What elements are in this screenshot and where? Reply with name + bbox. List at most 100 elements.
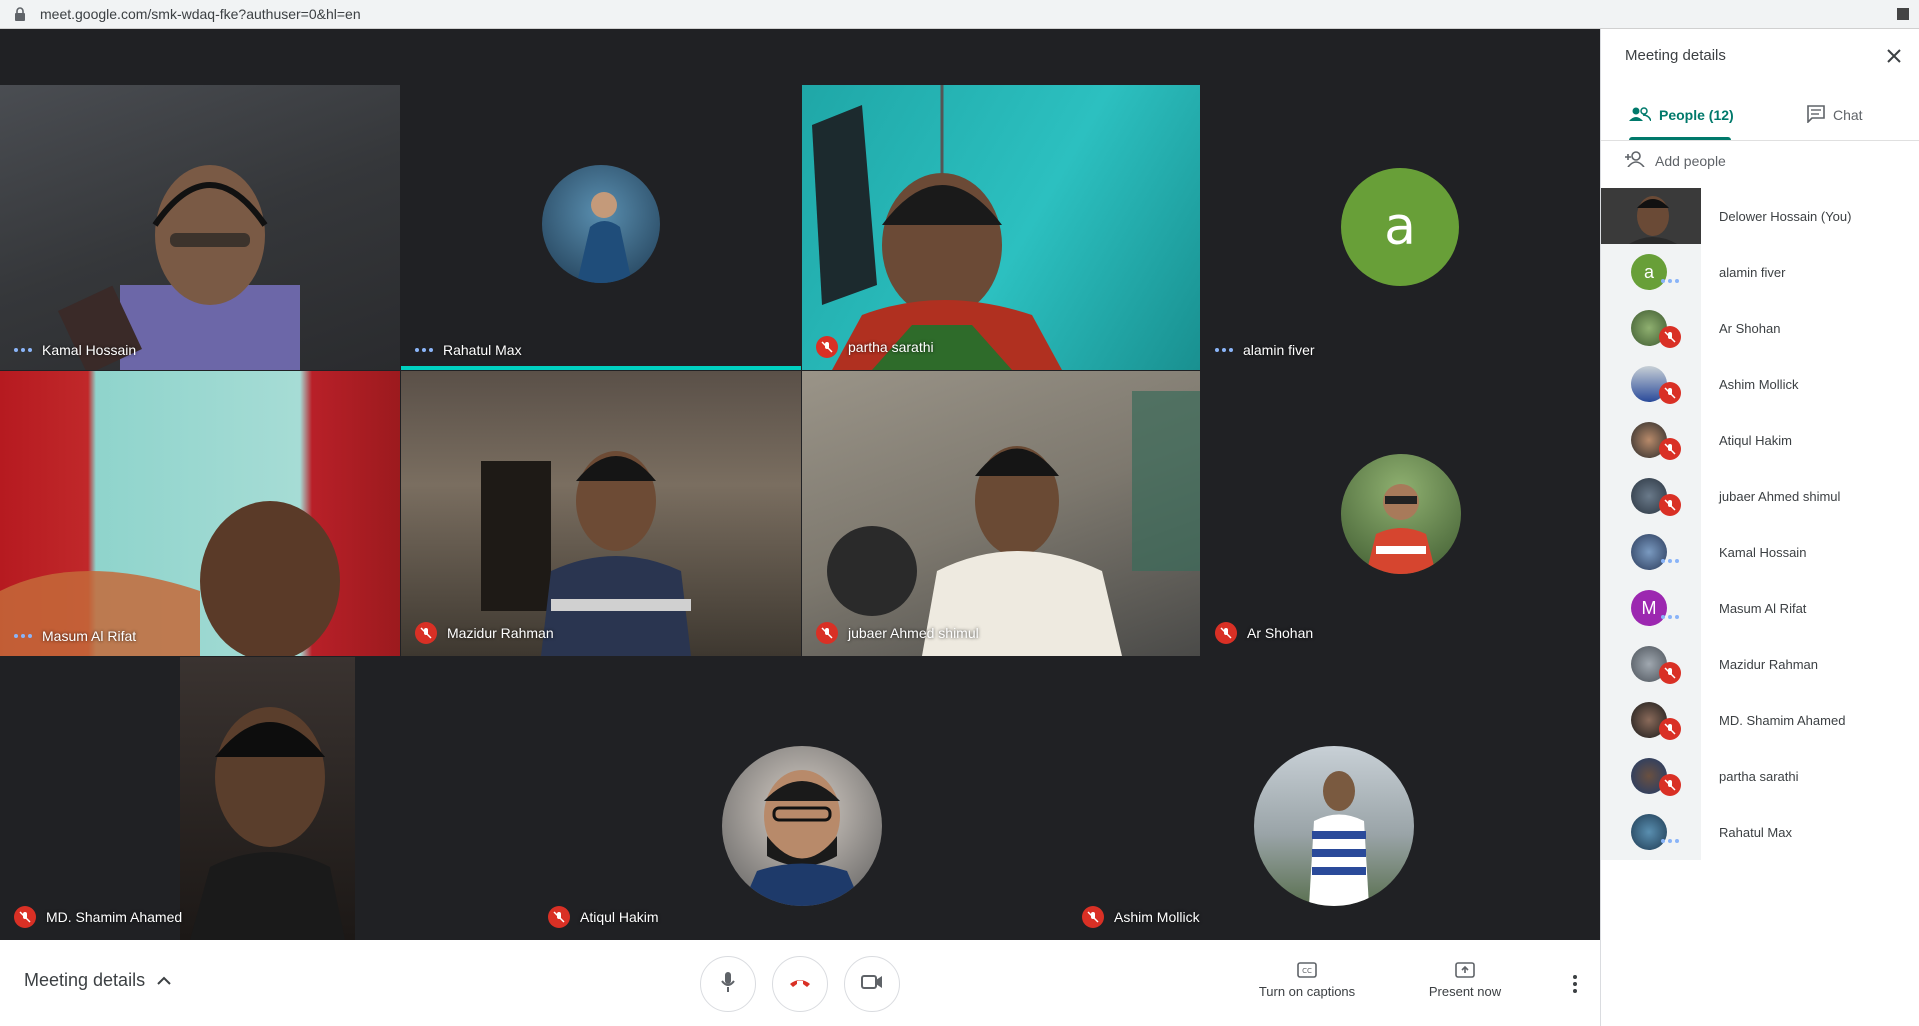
mic-off-icon (1659, 382, 1681, 404)
svg-text:CC: CC (1302, 967, 1312, 975)
video-feed (180, 657, 355, 940)
letter-avatar: a (1341, 168, 1459, 286)
present-screen-icon (1420, 962, 1510, 978)
speaking-dots-icon (1659, 606, 1681, 628)
list-item[interactable]: Mazidur Rahman (1601, 636, 1919, 692)
video-tile-atiqul[interactable]: Atiqul Hakim (534, 657, 1067, 940)
active-tab-indicator (1629, 137, 1731, 140)
participant-photo (542, 165, 660, 283)
video-tile-rahatul[interactable]: Rahatul Max (401, 85, 801, 370)
participant-label: Ashim Mollick (1082, 906, 1200, 928)
tab-chat[interactable]: Chat (1807, 89, 1863, 141)
more-options-button[interactable] (1572, 974, 1578, 999)
mic-off-icon (14, 906, 36, 928)
meeting-details-toggle[interactable]: Meeting details (24, 970, 171, 991)
mic-off-icon (1659, 438, 1681, 460)
list-item[interactable]: MD. Shamim Ahamed (1601, 692, 1919, 748)
participant-label: alamin fiver (1215, 342, 1315, 358)
participant-photo (722, 746, 882, 906)
self-video-thumbnail (1601, 188, 1701, 244)
close-icon (1887, 49, 1901, 67)
mic-off-icon (415, 622, 437, 644)
hang-up-icon (788, 975, 812, 993)
speaking-dots-icon (415, 348, 433, 352)
speaking-dots-icon (1659, 550, 1681, 572)
active-speaker-bar (401, 366, 801, 370)
microphone-icon (720, 971, 736, 998)
captions-button[interactable]: CC Turn on captions (1252, 962, 1362, 999)
mic-off-icon (1659, 774, 1681, 796)
list-item[interactable]: jubaer Ahmed shimul (1601, 468, 1919, 524)
people-icon (1629, 106, 1652, 124)
video-tile-mazidur[interactable]: Mazidur Rahman (401, 371, 801, 656)
lock-icon (14, 7, 28, 21)
video-feed (0, 85, 400, 370)
chevron-up-icon (157, 970, 171, 991)
video-feed (0, 371, 400, 656)
microphone-button[interactable] (700, 956, 756, 1012)
list-item[interactable]: Delower Hossain (You) (1601, 188, 1919, 244)
list-item[interactable]: Rahatul Max (1601, 804, 1919, 860)
participant-label: partha sarathi (816, 336, 934, 358)
control-bar: Meeting details CC Turn on captions Pres… (0, 940, 1600, 1026)
mic-off-icon (816, 622, 838, 644)
video-camera-icon (861, 974, 883, 995)
list-item[interactable]: Atiqul Hakim (1601, 412, 1919, 468)
participant-label: Masum Al Rifat (14, 628, 136, 644)
list-item[interactable]: Ar Shohan (1601, 300, 1919, 356)
leave-call-button[interactable] (772, 956, 828, 1012)
list-item[interactable]: Ashim Mollick (1601, 356, 1919, 412)
mic-off-icon (816, 336, 838, 358)
add-people-button[interactable]: Add people (1625, 151, 1726, 170)
meeting-details-panel: Meeting details People (12) Chat Add peo… (1600, 29, 1919, 1026)
close-panel-button[interactable] (1887, 49, 1901, 68)
participant-label: Ar Shohan (1215, 622, 1313, 644)
video-tile-ashim[interactable]: Ashim Mollick (1068, 657, 1600, 940)
address-bar[interactable]: meet.google.com/smk-wdaq-fke?authuser=0&… (0, 0, 1919, 29)
participant-label: Rahatul Max (415, 342, 522, 358)
window-icon[interactable] (1897, 8, 1909, 20)
tab-people[interactable]: People (12) (1629, 89, 1734, 141)
list-item[interactable]: Kamal Hossain (1601, 524, 1919, 580)
mic-off-icon (1659, 326, 1681, 348)
mic-off-icon (1659, 718, 1681, 740)
participant-list: Delower Hossain (You) a alamin fiver Ar … (1601, 188, 1919, 860)
list-item[interactable]: a alamin fiver (1601, 244, 1919, 300)
speaking-dots-icon (14, 634, 32, 638)
video-tile-kamal[interactable]: Kamal Hossain (0, 85, 400, 370)
present-now-button[interactable]: Present now (1420, 962, 1510, 999)
participant-label: jubaer Ahmed shimul (816, 622, 979, 644)
list-item[interactable]: partha sarathi (1601, 748, 1919, 804)
camera-button[interactable] (844, 956, 900, 1012)
panel-tabs: People (12) Chat (1601, 89, 1919, 141)
mic-off-icon (548, 906, 570, 928)
participant-label: MD. Shamim Ahamed (14, 906, 182, 928)
speaking-dots-icon (1215, 348, 1233, 352)
video-feed (802, 371, 1200, 656)
speaking-dots-icon (1659, 270, 1681, 292)
participant-label: Atiqul Hakim (548, 906, 659, 928)
video-tile-partha[interactable]: partha sarathi (802, 85, 1200, 370)
video-tile-shohan[interactable]: Ar Shohan (1201, 371, 1600, 656)
person-add-icon (1625, 151, 1647, 170)
speaking-dots-icon (14, 348, 32, 352)
video-grid: Kamal Hossain Rahatul Max partha sarathi (0, 29, 1600, 940)
panel-title: Meeting details (1625, 47, 1726, 64)
mic-off-icon (1659, 662, 1681, 684)
participant-label: Mazidur Rahman (415, 622, 554, 644)
mic-off-icon (1215, 622, 1237, 644)
video-tile-jubaer[interactable]: jubaer Ahmed shimul (802, 371, 1200, 656)
list-item[interactable]: M Masum Al Rifat (1601, 580, 1919, 636)
chat-icon (1807, 104, 1825, 126)
video-tile-alamin[interactable]: a alamin fiver (1201, 85, 1600, 370)
closed-captions-icon: CC (1252, 962, 1362, 978)
video-tile-shamim[interactable]: MD. Shamim Ahamed (0, 657, 533, 940)
video-feed (401, 371, 801, 656)
video-tile-masum[interactable]: Masum Al Rifat (0, 371, 400, 656)
url-text: meet.google.com/smk-wdaq-fke?authuser=0&… (40, 6, 361, 22)
mic-off-icon (1082, 906, 1104, 928)
speaking-dots-icon (1659, 830, 1681, 852)
participant-photo (1254, 746, 1414, 906)
mic-off-icon (1659, 494, 1681, 516)
more-vert-icon (1572, 975, 1578, 998)
